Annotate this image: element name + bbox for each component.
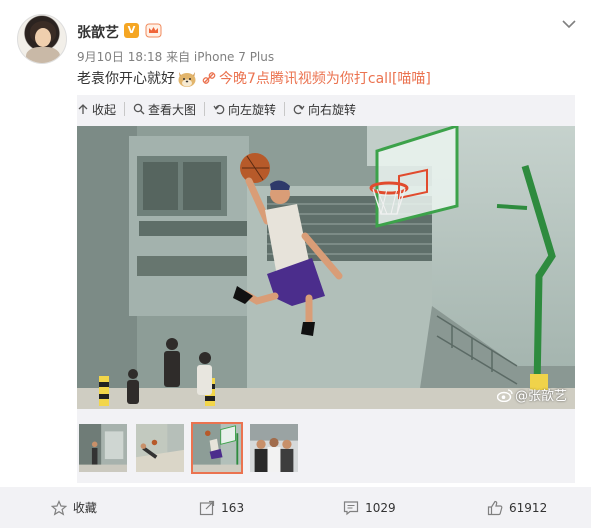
like-button[interactable]: 61912 [443,487,591,528]
rotate-right-label: 向右旋转 [308,102,357,117]
collapse-button[interactable]: 收起 [77,102,124,117]
thumbnail[interactable] [134,422,186,474]
action-bar: 收藏 163 1029 61912 [0,487,591,528]
weibo-post-card: 张歆艺 V 9月10日 18:18 来自 iPhone 7 Plus 老袁你开心… [0,0,591,528]
like-icon [487,500,503,515]
star-icon [50,499,67,516]
like-count: 61912 [509,500,548,515]
thumbnail-strip [77,422,300,474]
rotate-left-label: 向左旋转 [228,102,277,117]
weibo-logo-icon [496,388,513,402]
favorite-button[interactable]: 收藏 [0,487,148,528]
crown-icon[interactable] [145,23,162,38]
doge-emoji-icon [178,72,196,87]
repost-button[interactable]: 163 [148,487,296,528]
media-panel: 收起 查看大图 向左旋转 向右旋转 @张歆艺 [77,95,575,483]
chevron-down-icon[interactable] [561,16,577,32]
collapse-label: 收起 [92,102,117,117]
verified-badge[interactable]: V [124,23,139,38]
main-photo[interactable]: @张歆艺 [77,126,575,409]
rotate-right-button[interactable]: 向右旋转 [284,102,364,117]
post-content: 老袁你开心就好 今晚7点腾讯视频为你打call[喵喵] [77,68,431,88]
comment-button[interactable]: 1029 [296,487,444,528]
thumbnail[interactable] [248,422,300,474]
collapse-arrow-icon [78,104,88,114]
comment-count: 1029 [365,500,396,515]
comment-icon [343,500,359,515]
magnifier-icon [133,103,145,115]
watermark-text: @张歆艺 [514,389,567,404]
image-toolbar: 收起 查看大图 向左旋转 向右旋转 [77,95,575,123]
view-large-button[interactable]: 查看大图 [124,102,204,117]
view-large-label: 查看大图 [148,102,197,117]
repost-count: 163 [221,500,245,515]
link-icon [202,72,216,84]
post-text: 老袁你开心就好 [77,71,175,87]
rotate-right-icon [293,104,305,115]
favorite-label: 收藏 [72,501,97,515]
post-meta: 9月10日 18:18 来自 iPhone 7 Plus [77,50,275,64]
username[interactable]: 张歆艺 [77,22,119,42]
photo-watermark: @张歆艺 [496,385,567,404]
thumbnail-active[interactable] [191,422,243,474]
rotate-left-button[interactable]: 向左旋转 [204,102,284,117]
avatar[interactable] [17,14,67,64]
video-link[interactable]: 今晚7点腾讯视频为你打call[喵喵] [219,68,431,88]
thumbnail[interactable] [77,422,129,474]
rotate-left-icon [213,104,225,115]
repost-icon [200,500,215,515]
